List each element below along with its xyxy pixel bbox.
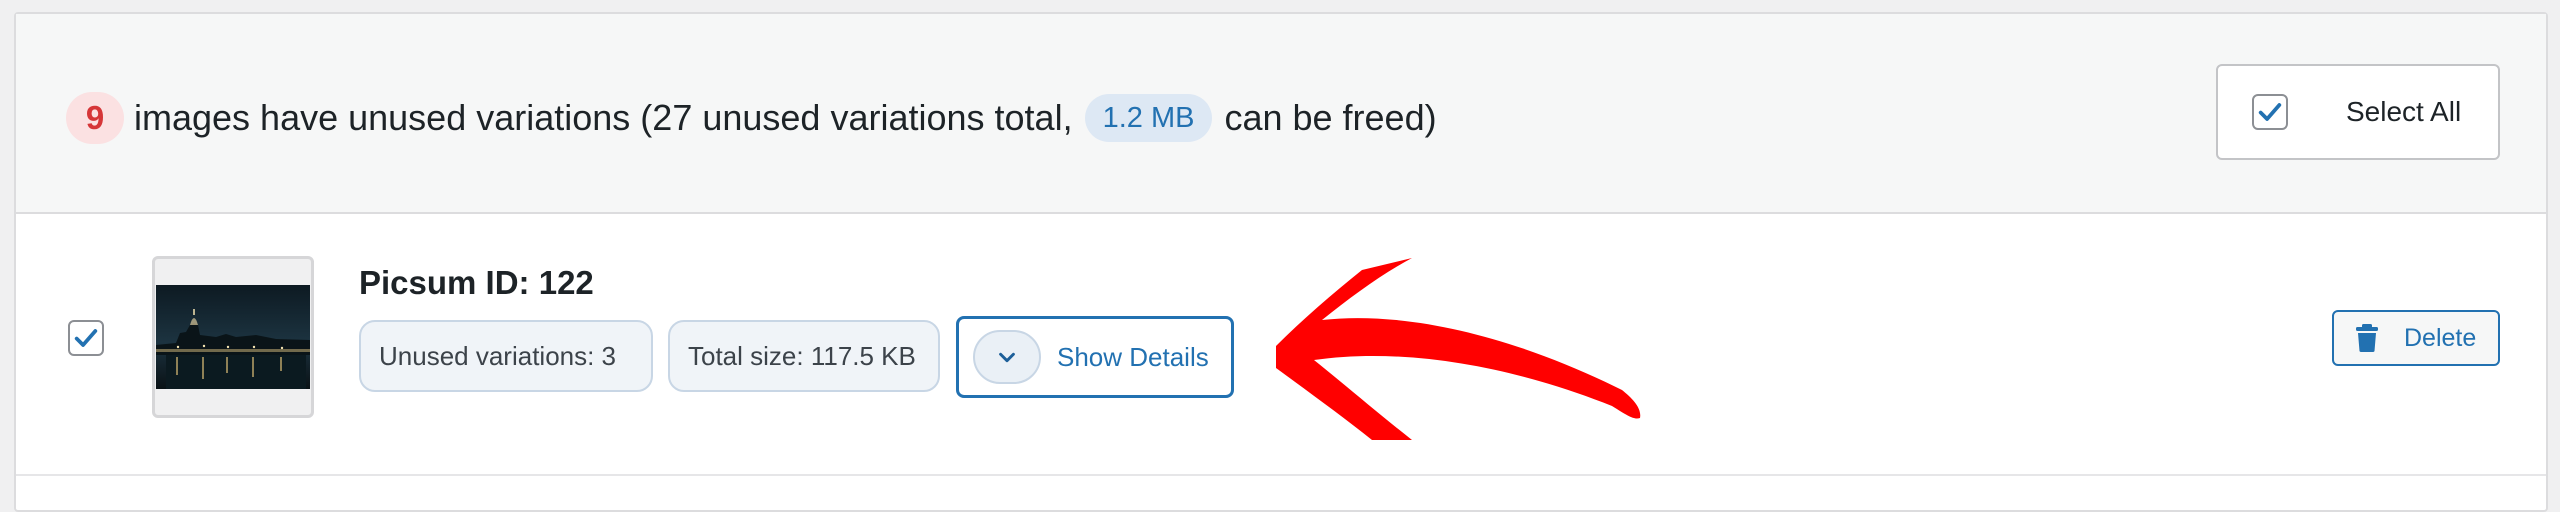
show-details-button[interactable]: Show Details <box>956 316 1234 398</box>
delete-label: Delete <box>2404 323 2477 352</box>
total-size-pill: Total size: 117.5 KB <box>668 320 940 392</box>
select-all-label: Select All <box>2346 96 2462 127</box>
select-all-button[interactable]: Select All <box>2216 64 2500 160</box>
chevron-down-icon <box>999 352 1015 363</box>
trash-icon <box>2356 324 2378 352</box>
summary-text-before: images have unused variations (27 unused… <box>134 97 1073 138</box>
delete-button[interactable]: Delete <box>2332 310 2500 366</box>
night-city-image <box>156 285 310 389</box>
image-thumbnail <box>152 256 314 418</box>
chevron-container <box>973 330 1041 384</box>
row-checkbox[interactable] <box>68 320 104 356</box>
unused-variations-pill: Unused variations: 3 <box>359 320 653 392</box>
summary-text-after: can be freed) <box>1224 97 1437 138</box>
checkmark-icon <box>74 329 98 347</box>
item-title: Picsum ID: 122 <box>359 264 594 301</box>
freed-size-badge: 1.2 MB <box>1084 94 1213 142</box>
panel-header: 9 images have unused variations (27 unus… <box>16 14 2546 214</box>
show-details-label: Show Details <box>1057 341 1209 372</box>
summary-text: 9 images have unused variations (27 unus… <box>66 92 1437 144</box>
checkmark-icon <box>2258 103 2282 121</box>
select-all-checkbox[interactable] <box>2252 94 2288 130</box>
image-count-badge: 9 <box>66 92 124 144</box>
red-arrow-annotation <box>1276 258 1641 440</box>
